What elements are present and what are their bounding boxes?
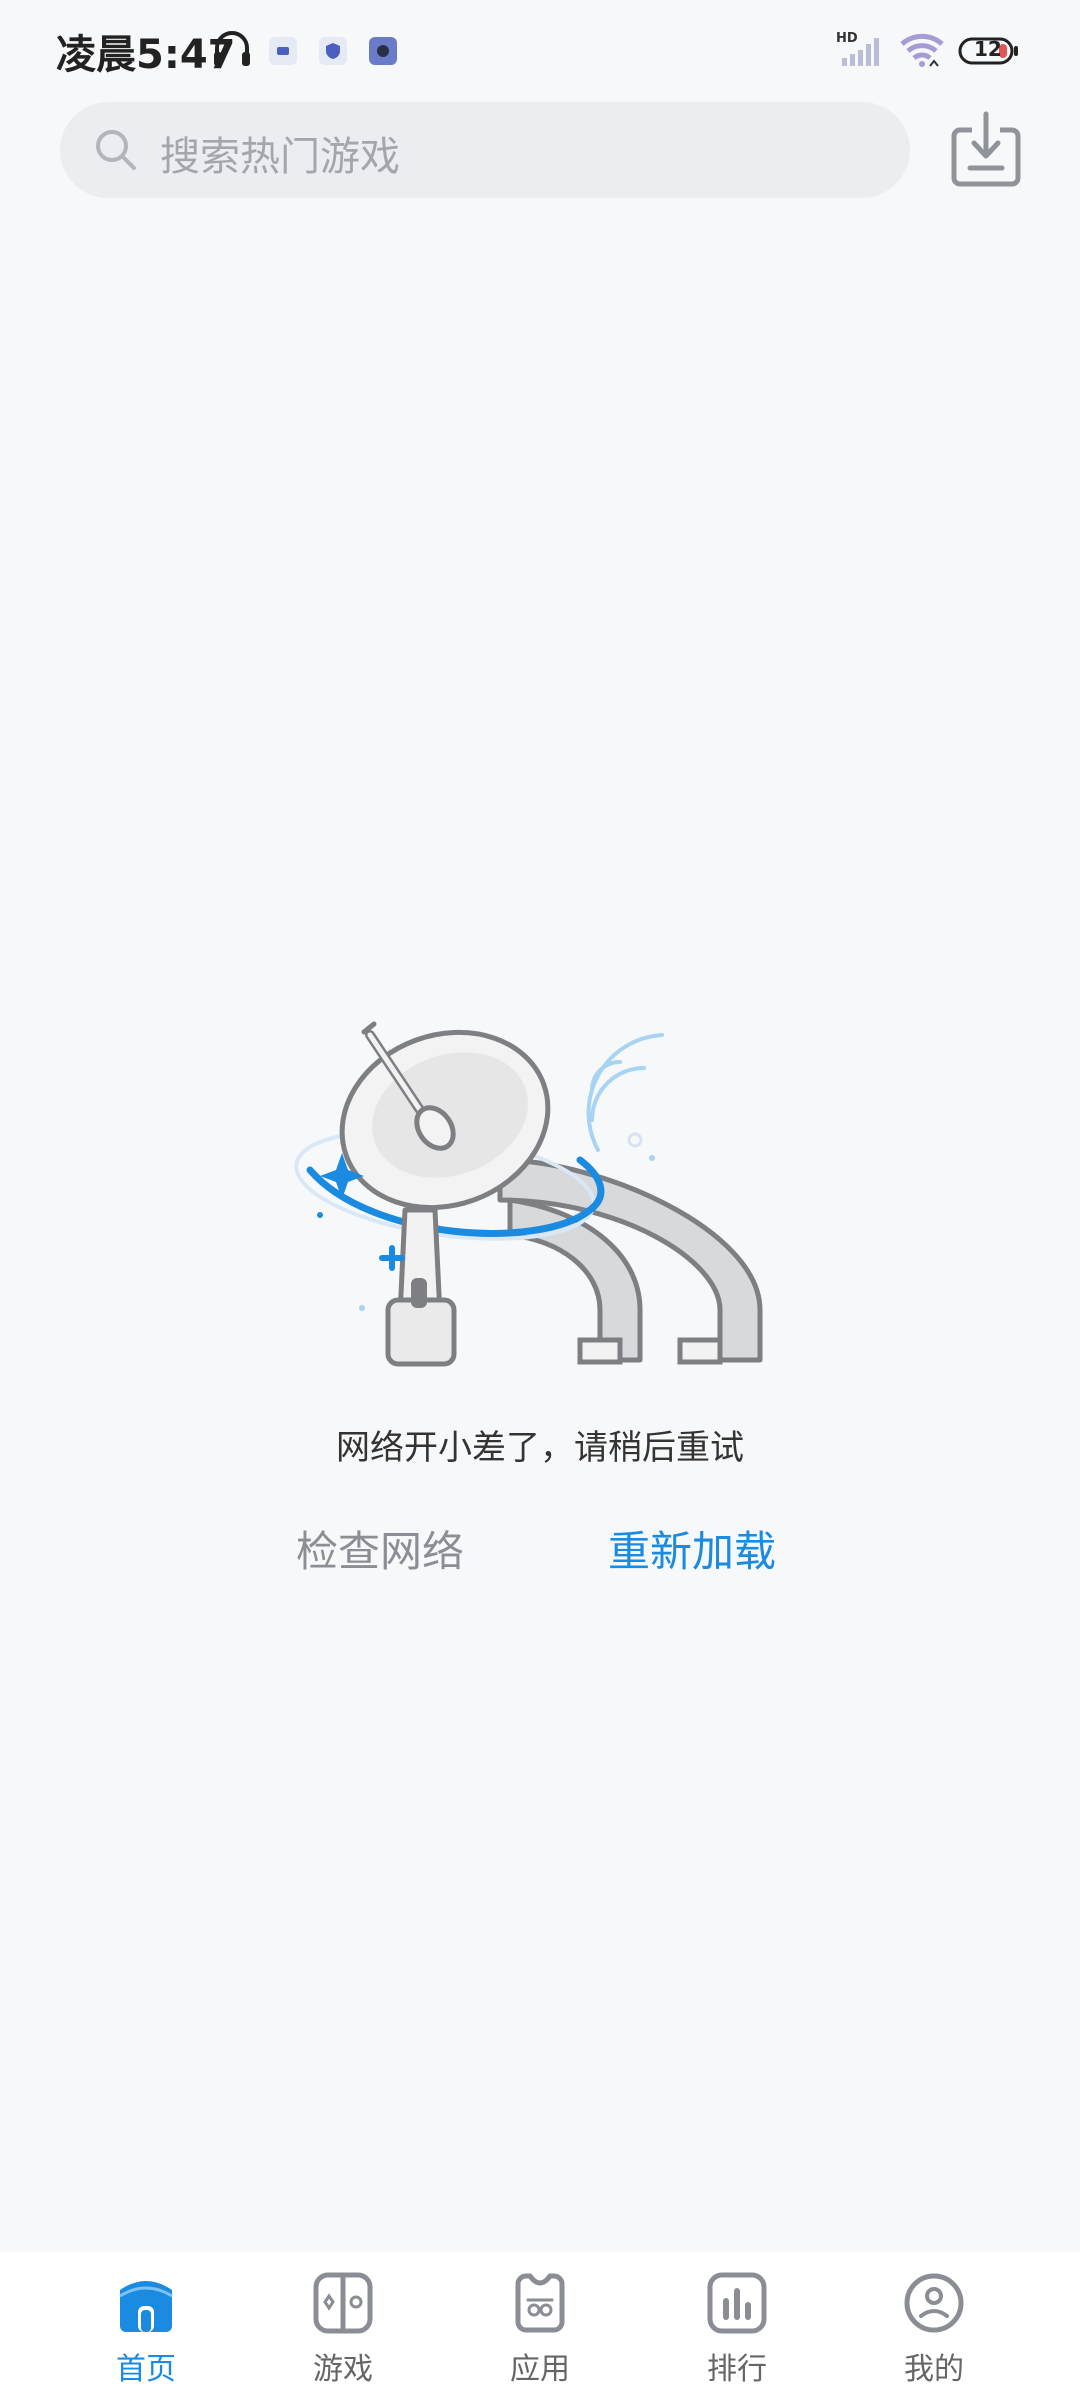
network-error-illustration bbox=[294, 1021, 763, 1367]
nav-label-games: 游戏 bbox=[313, 2352, 373, 2387]
gamepad-icon bbox=[313, 2272, 373, 2334]
bottom-navigation: 首页 游戏 应用 排行 我的 bbox=[0, 2252, 1080, 2400]
nav-item-ranking[interactable]: 排行 bbox=[637, 2252, 837, 2400]
app-notification-icon bbox=[269, 37, 297, 65]
download-manager-icon[interactable] bbox=[950, 110, 1022, 190]
wifi-icon bbox=[900, 33, 944, 67]
reload-button[interactable]: 重新加载 bbox=[608, 1518, 776, 1579]
search-input[interactable]: 搜索热门游戏 bbox=[60, 102, 910, 198]
camera-icon bbox=[369, 37, 397, 65]
apps-icon bbox=[515, 2273, 565, 2333]
nav-item-home[interactable]: 首页 bbox=[46, 2252, 246, 2400]
nav-item-profile[interactable]: 我的 bbox=[834, 2252, 1034, 2400]
ranking-icon bbox=[707, 2272, 767, 2334]
nav-item-games[interactable]: 游戏 bbox=[243, 2252, 443, 2400]
network-type-label: HD bbox=[836, 31, 858, 46]
search-icon bbox=[96, 130, 136, 170]
error-message: 网络开小差了，请稍后重试 bbox=[336, 1428, 744, 1468]
nav-label-profile: 我的 bbox=[904, 2352, 964, 2387]
headphones-icon bbox=[214, 31, 250, 66]
nav-label-home: 首页 bbox=[116, 2352, 176, 2387]
check-network-button[interactable]: 检查网络 bbox=[296, 1518, 464, 1579]
nav-item-apps[interactable]: 应用 bbox=[440, 2252, 640, 2400]
status-time: 凌晨5:47 bbox=[56, 32, 236, 78]
shield-icon bbox=[319, 37, 347, 65]
nav-label-apps: 应用 bbox=[510, 2352, 570, 2387]
profile-icon bbox=[904, 2273, 964, 2333]
status-bar: 凌晨5:47 HD 12 bbox=[0, 0, 1080, 100]
search-placeholder: 搜索热门游戏 bbox=[160, 134, 400, 180]
nav-label-ranking: 排行 bbox=[707, 2352, 767, 2387]
signal-icon: HD bbox=[836, 31, 879, 66]
home-icon bbox=[119, 2281, 173, 2332]
battery-level: 12 bbox=[974, 37, 1002, 61]
